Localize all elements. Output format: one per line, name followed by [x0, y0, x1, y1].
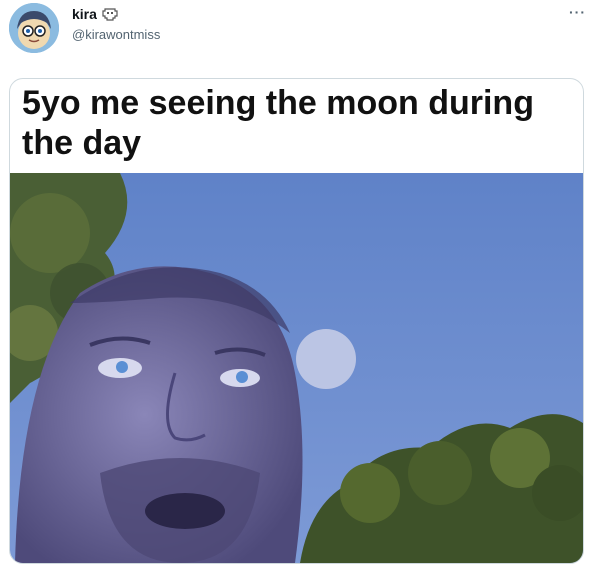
tweet-media[interactable]: 5yo me seeing the moon during the day — [9, 78, 584, 564]
meme-photo — [10, 173, 583, 563]
user-handle[interactable]: @kirawontmiss — [72, 27, 160, 42]
avatar[interactable] — [9, 3, 59, 53]
meme-caption: 5yo me seeing the moon during the day — [22, 84, 534, 162]
alien-monster-icon — [102, 6, 118, 22]
display-name-text: kira — [72, 6, 97, 22]
avatar-image — [9, 3, 59, 53]
display-name[interactable]: kira — [72, 6, 118, 22]
moon — [296, 329, 356, 389]
tweet-header: kira @kirawontmiss ··· — [0, 0, 600, 60]
more-options-icon[interactable]: ··· — [569, 4, 586, 20]
